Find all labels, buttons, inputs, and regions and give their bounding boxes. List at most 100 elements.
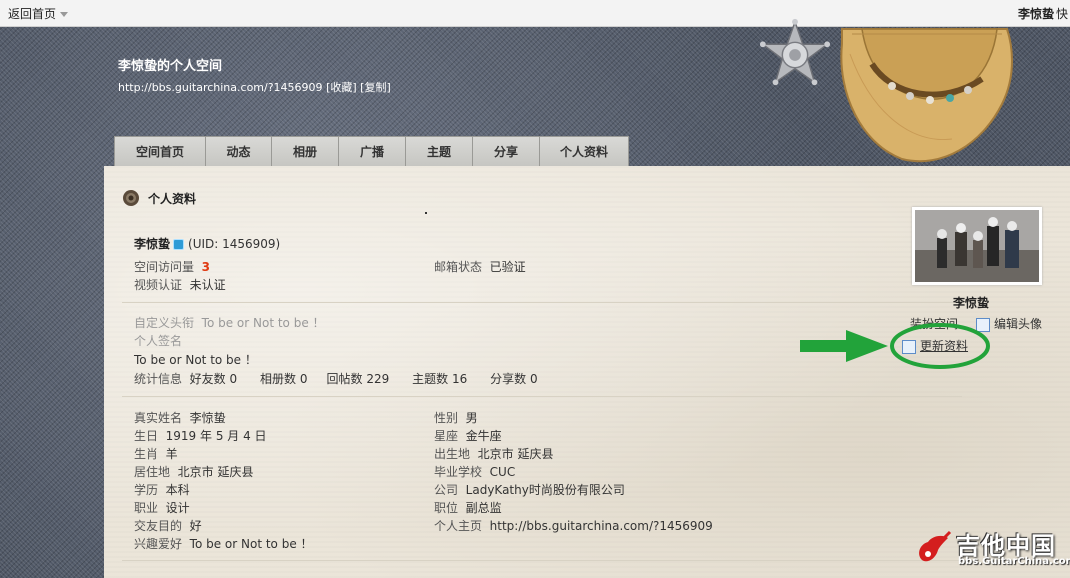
email-row: 邮箱状态 已验证 [434, 258, 526, 275]
video-value: 未认证 [189, 278, 226, 292]
detail-value: 北京市 延庆县 [177, 465, 254, 479]
signature-label: 个人签名 [134, 334, 183, 348]
avatar[interactable] [912, 207, 1042, 285]
guitar-logo-icon [919, 530, 952, 562]
profile-uid: (UID: 1456909) [188, 237, 281, 251]
detail-value: CUC [489, 465, 516, 479]
dot-mark [425, 212, 427, 214]
topbar-username[interactable]: 李惊蛰 [1018, 5, 1054, 22]
top-bar: 返回首页 李惊蛰 快 [0, 0, 1070, 27]
detail-row: 居住地 北京市 延庆县 [134, 463, 253, 480]
stat-topics[interactable]: 主题数 16 [412, 372, 467, 386]
tab-profile[interactable]: 个人资料 [540, 136, 629, 166]
email-label: 邮箱状态 [434, 260, 483, 274]
topbar-more[interactable]: 快 [1056, 5, 1068, 22]
tab-space-home[interactable]: 空间首页 [114, 136, 206, 166]
home-link-label: 返回首页 [8, 7, 57, 21]
detail-value: LadyKathy时尚股份有限公司 [465, 483, 625, 497]
divider [122, 302, 962, 303]
edit-avatar-label: 编辑头像 [994, 317, 1043, 331]
detail-label: 居住地 [134, 465, 171, 479]
detail-value: 男 [465, 411, 478, 425]
sheriff-star-icon [759, 18, 831, 86]
detail-row: 学历 本科 [134, 481, 190, 498]
detail-row: 性别 男 [434, 409, 478, 426]
detail-label: 公司 [434, 483, 459, 497]
video-row: 视频认证 未认证 [134, 276, 226, 293]
custom-title-row: 自定义头衔 To be or Not to be ！ [134, 314, 325, 331]
tab-share[interactable]: 分享 [473, 136, 540, 166]
detail-label: 毕业学校 [434, 465, 483, 479]
detail-value: 本科 [165, 483, 190, 497]
tab-topics[interactable]: 主题 [406, 136, 473, 166]
stat-friends[interactable]: 好友数 0 [190, 372, 237, 386]
detail-value: 副总监 [465, 501, 502, 515]
avatar-photo [915, 210, 1039, 282]
tab-activity[interactable]: 动态 [206, 136, 272, 166]
sidebar-name: 李惊蛰 [953, 296, 990, 310]
visits-row: 空间访问量 3 [134, 258, 210, 275]
visits-value: 3 [201, 260, 211, 274]
visits-label: 空间访问量 [134, 260, 195, 274]
detail-label: 职位 [434, 501, 459, 515]
home-link[interactable]: 返回首页 [8, 5, 69, 22]
detail-label: 生日 [134, 429, 159, 443]
detail-value: 李惊蛰 [189, 411, 226, 425]
section-bullet-icon [123, 190, 139, 206]
detail-row: 公司 LadyKathy时尚股份有限公司 [434, 481, 625, 498]
detail-label: 学历 [134, 483, 159, 497]
detail-row: 真实姓名 李惊蛰 [134, 409, 226, 426]
stats-row: 统计信息 好友数 0 相册数 0 回帖数 229 主题数 16 分享数 0 [134, 370, 538, 387]
detail-label: 兴趣爱好 [134, 537, 183, 551]
detail-value: 好 [189, 519, 202, 533]
video-label: 视频认证 [134, 278, 183, 292]
annotation-arrow-icon [800, 323, 990, 369]
signature-value: To be or Not to be ！ [134, 353, 257, 367]
detail-value: 1919 年 5 月 4 日 [165, 429, 267, 443]
space-url[interactable]: http://bbs.guitarchina.com/?1456909 [118, 81, 323, 94]
detail-label: 个人主页 [434, 519, 483, 533]
detail-row: 出生地 北京市 延庆县 [434, 445, 553, 462]
profile-name[interactable]: 李惊蛰 [134, 237, 170, 251]
detail-label: 性别 [434, 411, 459, 425]
custom-title-value: To be or Not to be ！ [201, 316, 325, 330]
section-header: 个人资料 [122, 189, 196, 207]
bookmark-link[interactable]: [收藏] [326, 81, 357, 94]
homepage-link[interactable]: http://bbs.guitarchina.com/?1456909 [490, 519, 713, 533]
stats-label: 统计信息 [134, 372, 183, 386]
space-title: 李惊蛰的个人空间 [118, 59, 223, 74]
detail-row: 生肖 羊 [134, 445, 178, 462]
profile-name-row: 李惊蛰 (UID: 1456909) [134, 235, 280, 252]
custom-title-label: 自定义头衔 [134, 316, 195, 330]
detail-label: 交友目的 [134, 519, 183, 533]
section-title: 个人资料 [148, 191, 197, 206]
tab-album[interactable]: 相册 [272, 136, 339, 166]
detail-label: 生肖 [134, 447, 159, 461]
detail-value: 金牛座 [465, 429, 502, 443]
copy-link[interactable]: [复制] [360, 81, 391, 94]
detail-value: 羊 [165, 447, 178, 461]
detail-row: 职位 副总监 [434, 499, 502, 516]
detail-row: 交友目的 好 [134, 517, 202, 534]
stat-shares[interactable]: 分享数 0 [490, 372, 537, 386]
detail-row: 生日 1919 年 5 月 4 日 [134, 427, 267, 444]
tab-broadcast[interactable]: 广播 [339, 136, 406, 166]
stat-albums[interactable]: 相册数 0 [260, 372, 307, 386]
online-status-icon [173, 239, 185, 250]
detail-value: 设计 [165, 501, 190, 515]
space-nav: 空间首页 动态 相册 广播 主题 分享 个人资料 [114, 136, 629, 166]
cowboy-hat-icon [840, 28, 1013, 163]
divider [122, 396, 962, 397]
detail-row: 职业 设计 [134, 499, 190, 516]
site-logo: 吉他中国 bbs.GuitarChina.com [914, 526, 1070, 572]
chevron-down-icon[interactable] [60, 12, 69, 17]
detail-label: 真实姓名 [134, 411, 183, 425]
divider [122, 560, 962, 561]
email-value: 已验证 [489, 260, 526, 274]
stat-replies[interactable]: 回帖数 229 [327, 372, 390, 386]
detail-value: To be or Not to be ！ [189, 537, 313, 551]
watermark-site: bbs.GuitarChina.com [958, 556, 1070, 567]
detail-row: 毕业学校 CUC [434, 463, 515, 480]
detail-row: 个人主页 http://bbs.guitarchina.com/?1456909 [434, 517, 713, 534]
detail-value: 北京市 延庆县 [477, 447, 554, 461]
